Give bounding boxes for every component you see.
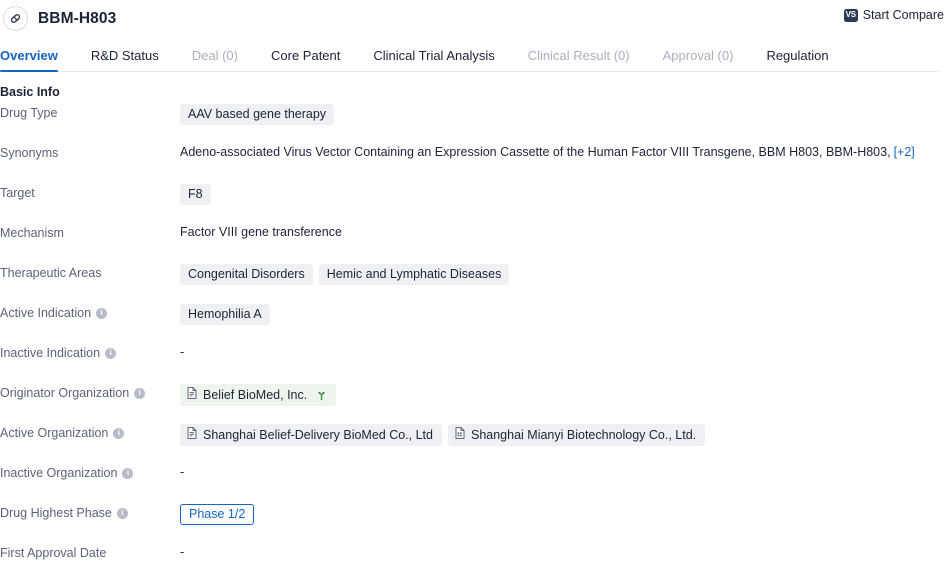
sprout-icon	[316, 390, 327, 401]
row-label-inactive-organization: Inactive Organization i	[0, 463, 180, 481]
row-value-inactive-indication: -	[180, 343, 947, 361]
synonyms-more-link[interactable]: [+2]	[894, 145, 915, 159]
tab-bar: Overview R&D Status Deal (0) Core Patent Cli…	[0, 37, 947, 72]
document-icon	[187, 427, 197, 443]
row-mechanism: Mechanism Factor VIII gene transference	[0, 223, 947, 263]
empty-value: -	[180, 465, 185, 479]
row-value-therapeutic-areas: Congenital Disorders Hemic and Lymphatic…	[180, 263, 947, 285]
row-first-approval-date: First Approval Date -	[0, 543, 947, 563]
row-value-active-organization: Shanghai Belief-Delivery BioMed Co., Ltd	[180, 423, 947, 446]
label-text: Therapeutic Areas	[0, 266, 102, 280]
tag-active-indication[interactable]: Hemophilia A	[180, 304, 270, 325]
row-value-inactive-organization: -	[180, 463, 947, 481]
overview-content: Basic Info Drug Type AAV based gene ther…	[0, 72, 947, 563]
tab-core-patent[interactable]: Core Patent	[271, 48, 340, 72]
tag-organization[interactable]: Shanghai Mianyi Biotechnology Co., Ltd.	[447, 424, 706, 446]
label-text: Active Indication	[0, 306, 92, 320]
empty-value: -	[180, 545, 185, 559]
row-value-drug-type: AAV based gene therapy	[180, 103, 947, 125]
row-label-inactive-indication: Inactive Indication i	[0, 343, 180, 361]
page-title: BBM-H803	[38, 9, 117, 27]
section-title-basic-info: Basic Info	[0, 85, 60, 99]
row-value-originator-organization: Belief BioMed, Inc.	[180, 383, 947, 406]
page-header: BBM-H803 VS Start Compare	[0, 0, 947, 37]
start-compare-button[interactable]: VS Start Compare	[843, 8, 944, 22]
row-drug-highest-phase: Drug Highest Phase i Phase 1/2	[0, 503, 947, 543]
row-value-mechanism: Factor VIII gene transference	[180, 225, 342, 239]
row-value-first-approval-date: -	[180, 543, 947, 561]
tab-overview[interactable]: Overview	[0, 48, 58, 72]
status-badge-phase[interactable]: Phase 1/2	[180, 504, 255, 525]
label-text: Originator Organization	[0, 386, 130, 400]
row-active-organization: Active Organization i Shanghai Belief-De…	[0, 423, 947, 463]
info-icon[interactable]: i	[122, 467, 134, 479]
label-text: Synonyms	[0, 146, 59, 160]
organization-name: Shanghai Belief-Delivery BioMed Co., Ltd	[203, 427, 433, 442]
row-label-therapeutic-areas: Therapeutic Areas	[0, 263, 180, 281]
info-icon[interactable]: i	[134, 387, 146, 399]
row-target: Target F8	[0, 183, 947, 223]
row-label-drug-highest-phase: Drug Highest Phase i	[0, 503, 180, 521]
label-text: Inactive Organization	[0, 466, 118, 480]
row-therapeutic-areas: Therapeutic Areas Congenital Disorders H…	[0, 263, 947, 303]
vs-icon: VS	[843, 8, 858, 22]
tag-drug-type[interactable]: AAV based gene therapy	[180, 104, 335, 125]
label-text: Active Organization	[0, 426, 109, 440]
label-text: First Approval Date	[0, 546, 107, 560]
row-label-target: Target	[0, 183, 180, 201]
row-label-synonyms: Synonyms	[0, 143, 180, 161]
label-text: Inactive Indication	[0, 346, 101, 360]
tab-regulation[interactable]: Regulation	[766, 48, 828, 72]
label-text: Target	[0, 186, 35, 200]
row-label-first-approval-date: First Approval Date	[0, 543, 180, 561]
label-text: Drug Type	[0, 106, 58, 120]
synonyms-text: Adeno-associated Virus Vector Containing…	[180, 145, 891, 159]
tag-therapeutic-area[interactable]: Congenital Disorders	[180, 264, 313, 285]
row-label-drug-type: Drug Type	[0, 103, 180, 121]
row-label-mechanism: Mechanism	[0, 223, 180, 241]
tag-target[interactable]: F8	[180, 184, 211, 205]
drug-detail-page: BBM-H803 VS Start Compare Overview R&D St…	[0, 0, 947, 563]
row-drug-type: Drug Type AAV based gene therapy	[0, 103, 947, 143]
tab-clinical-trial-analysis[interactable]: Clinical Trial Analysis	[373, 48, 494, 72]
row-value-target: F8	[180, 183, 947, 205]
label-text: Drug Highest Phase	[0, 506, 112, 520]
organization-name: Shanghai Mianyi Biotechnology Co., Ltd.	[470, 427, 697, 442]
tag-therapeutic-area[interactable]: Hemic and Lymphatic Diseases	[318, 264, 510, 285]
info-icon[interactable]: i	[105, 347, 117, 359]
tag-organization[interactable]: Belief BioMed, Inc.	[180, 384, 337, 406]
row-label-originator-organization: Originator Organization i	[0, 383, 180, 401]
row-value-active-indication: Hemophilia A	[180, 303, 947, 325]
tag-organization[interactable]: Shanghai Belief-Delivery BioMed Co., Ltd	[180, 424, 442, 446]
row-originator-organization: Originator Organization i Belief BioMed,…	[0, 383, 947, 423]
row-value-drug-highest-phase: Phase 1/2	[180, 503, 947, 525]
row-label-active-indication: Active Indication i	[0, 303, 180, 321]
tab-r-d-status[interactable]: R&D Status	[91, 48, 159, 72]
label-text: Mechanism	[0, 226, 64, 240]
info-icon[interactable]: i	[113, 427, 125, 439]
info-icon[interactable]: i	[96, 307, 108, 319]
row-value-synonyms: Adeno-associated Virus Vector Containing…	[180, 143, 947, 161]
row-inactive-indication: Inactive Indication i -	[0, 343, 947, 383]
organization-name: Belief BioMed, Inc.	[203, 387, 308, 402]
info-icon[interactable]: i	[116, 507, 128, 519]
tab-approval-0: Approval (0)	[662, 48, 734, 63]
tab-clinical-result-0: Clinical Result (0)	[527, 48, 630, 63]
row-synonyms: Synonyms Adeno-associated Virus Vector C…	[0, 143, 947, 183]
row-label-active-organization: Active Organization i	[0, 423, 180, 441]
row-inactive-organization: Inactive Organization i -	[0, 463, 947, 503]
start-compare-label: Start Compare	[862, 8, 944, 22]
tab-deal-0: Deal (0)	[191, 48, 238, 63]
document-icon	[187, 387, 197, 403]
row-active-indication: Active Indication i Hemophilia A	[0, 303, 947, 343]
building-icon	[455, 427, 465, 443]
empty-value: -	[180, 345, 185, 359]
pill-icon	[3, 6, 28, 31]
